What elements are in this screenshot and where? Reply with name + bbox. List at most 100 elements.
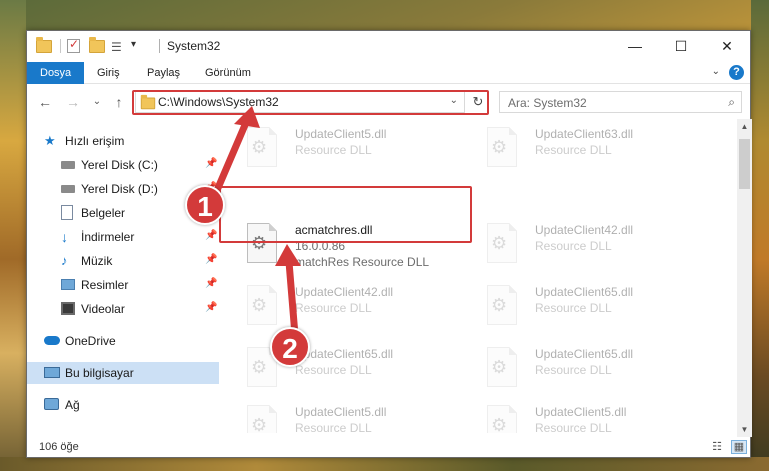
file-name: UpdateClient63.dll: [535, 127, 634, 141]
sidebar-item-label: Belgeler: [81, 206, 126, 220]
sidebar-item-label: İndirmeler: [81, 230, 135, 244]
tab-share[interactable]: Paylaş: [139, 62, 188, 84]
file-tile[interactable]: ⚙ UpdateClient63.dll Resource DLL: [481, 121, 711, 173]
file-type: Resource DLL: [535, 143, 612, 157]
sidebar-item-label: OneDrive: [65, 334, 116, 348]
title-divider: [159, 39, 160, 53]
navigation-pane: ★ Hızlı erişim Yerel Disk (C:) 📌 Yerel D…: [27, 123, 219, 423]
file-view: ⚙ UpdateClient5.dll Resource DLL ⚙ Updat…: [241, 121, 735, 433]
ribbon-tabs: Dosya Giriş Paylaş Görünüm ⌄ ?: [27, 62, 750, 84]
help-button[interactable]: ?: [729, 65, 744, 80]
sidebar-item-onedrive[interactable]: OneDrive: [27, 330, 219, 352]
drive-icon: [61, 161, 75, 169]
file-tile[interactable]: ⚙ UpdateClient42.dll Resource DLL: [241, 279, 471, 331]
search-placeholder: Ara: System32: [508, 96, 587, 110]
file-type: Resource DLL: [535, 301, 612, 315]
minimize-button[interactable]: —: [612, 31, 658, 61]
sidebar-item-pictures[interactable]: Resimler 📌: [27, 274, 219, 296]
gear-icon: ⚙: [491, 137, 508, 157]
new-folder-icon[interactable]: [89, 37, 105, 54]
file-tile[interactable]: ⚙ UpdateClient65.dll Resource DLL: [481, 279, 711, 331]
up-icon[interactable]: ↑: [111, 93, 127, 111]
file-type: Resource DLL: [295, 421, 372, 433]
gear-icon: ⚙: [491, 357, 508, 377]
file-name: UpdateClient42.dll: [295, 285, 394, 299]
pin-icon[interactable]: 📌: [205, 230, 217, 241]
file-type: Resource DLL: [535, 421, 612, 433]
sidebar-item-label: Ağ: [65, 398, 80, 412]
step-badge-1: 1: [185, 185, 225, 225]
navigation-bar: ← → ⌄ ↑ C:\Windows\System32 ⌄ ↻ Ara: Sys…: [27, 89, 750, 115]
file-highlight-frame: [219, 186, 472, 243]
search-icon[interactable]: ⌕: [728, 95, 735, 110]
desktop-background: [0, 0, 26, 471]
music-icon: ♪: [61, 253, 68, 268]
tab-file[interactable]: Dosya: [27, 62, 85, 84]
tab-home[interactable]: Giriş: [89, 62, 128, 84]
sidebar-item-quick-access[interactable]: ★ Hızlı erişim: [27, 130, 219, 152]
sidebar-item-label: Yerel Disk (C:): [81, 158, 158, 172]
file-tile[interactable]: ⚙ UpdateClient5.dll Resource DLL: [241, 121, 471, 173]
sidebar-item-label: Videolar: [81, 302, 125, 316]
cloud-icon: [44, 336, 60, 345]
scroll-up-icon[interactable]: ▲: [737, 119, 752, 134]
pin-icon[interactable]: 📌: [205, 254, 217, 265]
recent-locations-icon[interactable]: ⌄: [89, 93, 105, 111]
details-view-icon[interactable]: ☷: [709, 440, 725, 454]
file-name: UpdateClient65.dll: [535, 285, 634, 299]
file-type: Resource DLL: [295, 143, 372, 157]
pin-icon[interactable]: 📌: [205, 302, 217, 313]
gear-icon: ⚙: [491, 295, 508, 315]
maximize-button[interactable]: ☐: [658, 31, 704, 61]
gear-icon: ⚙: [491, 415, 508, 433]
gear-icon: ⚙: [251, 137, 268, 157]
tiles-view-icon[interactable]: ▦: [731, 440, 747, 454]
back-icon[interactable]: ←: [37, 93, 53, 111]
chevron-down-icon[interactable]: ⌄: [712, 66, 720, 77]
address-highlight-frame: [132, 90, 489, 115]
sidebar-item-label: Resimler: [81, 278, 129, 292]
close-button[interactable]: ✕: [704, 31, 750, 61]
gear-icon: ⚙: [251, 357, 268, 377]
pin-icon[interactable]: 📌: [205, 278, 217, 289]
toolbar-dropdown-icon[interactable]: ▾: [131, 39, 147, 55]
videos-icon: [61, 302, 75, 315]
file-tile[interactable]: ⚙ UpdateClient42.dll Resource DLL: [481, 217, 711, 269]
search-input[interactable]: Ara: System32 ⌕: [499, 91, 742, 113]
file-tile[interactable]: ⚙ UpdateClient5.dll Resource DLL: [481, 399, 711, 433]
file-name: UpdateClient5.dll: [295, 405, 387, 419]
computer-icon: [44, 367, 60, 378]
desktop-background: [751, 0, 769, 471]
file-name: UpdateClient65.dll: [535, 347, 634, 361]
toolbar-divider: [60, 39, 61, 53]
pin-icon[interactable]: 📌: [205, 158, 217, 169]
file-name: UpdateClient42.dll: [535, 223, 634, 237]
item-count: 106 öğe: [39, 441, 79, 453]
sidebar-item-music[interactable]: ♪ Müzik 📌: [27, 250, 219, 272]
title-bar: ✓ ☰ ▾ System32 — ☐ ✕: [27, 31, 750, 61]
sidebar-item-this-pc[interactable]: Bu bilgisayar: [27, 362, 219, 384]
customize-toolbar-icon[interactable]: ☰: [111, 40, 127, 56]
sidebar-item-label: Yerel Disk (D:): [81, 182, 158, 196]
file-name: UpdateClient5.dll: [295, 127, 387, 141]
sidebar-item-videos[interactable]: Videolar 📌: [27, 298, 219, 320]
file-type: Resource DLL: [295, 363, 372, 377]
sidebar-item-network[interactable]: Ağ: [27, 394, 219, 416]
drive-icon: [61, 185, 75, 193]
forward-icon[interactable]: →: [65, 93, 81, 111]
desktop-background: [0, 457, 769, 471]
properties-icon[interactable]: ✓: [67, 37, 80, 53]
sidebar-item-downloads[interactable]: ↓ İndirmeler 📌: [27, 226, 219, 248]
file-tile[interactable]: ⚙ UpdateClient5.dll Resource DLL: [241, 399, 471, 433]
sidebar-item-label: Müzik: [81, 254, 113, 268]
sidebar-item-label: Hızlı erişim: [65, 134, 125, 148]
vertical-scrollbar[interactable]: ▲ ▼: [737, 119, 752, 437]
file-tile[interactable]: ⚙ UpdateClient65.dll Resource DLL: [481, 341, 711, 393]
step-badge-2: 2: [270, 327, 310, 367]
file-description: matchRes Resource DLL: [295, 255, 430, 269]
scroll-down-icon[interactable]: ▼: [737, 422, 752, 437]
scrollbar-thumb[interactable]: [739, 139, 750, 189]
tab-view[interactable]: Görünüm: [197, 62, 259, 84]
sidebar-item-disk-c[interactable]: Yerel Disk (C:) 📌: [27, 154, 219, 176]
gear-icon: ⚙: [251, 415, 268, 433]
